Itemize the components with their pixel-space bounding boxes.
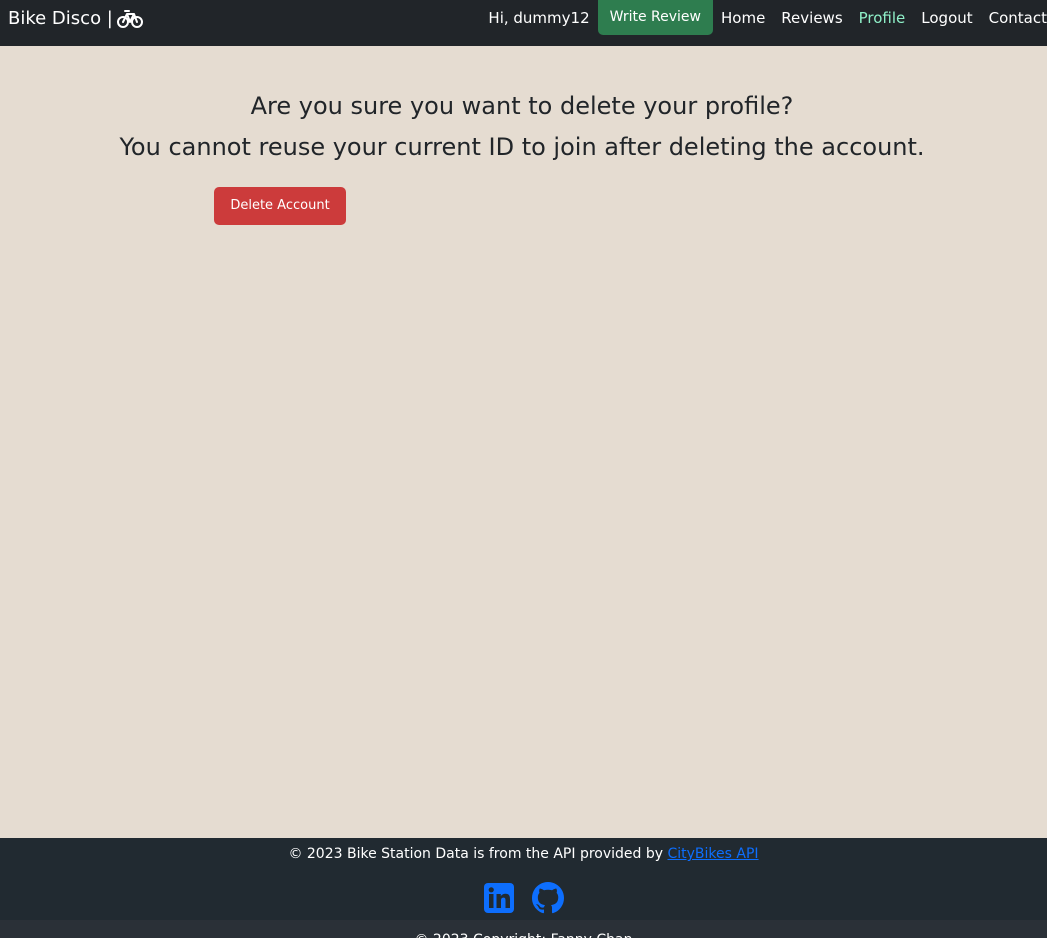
footer: © 2023 Bike Station Data is from the API… [0, 838, 1047, 938]
user-greeting: Hi, dummy12 [488, 9, 590, 27]
footer-data-text: © 2023 Bike Station Data is from the API… [288, 846, 664, 862]
github-icon[interactable] [532, 882, 564, 914]
bicycle-icon [116, 9, 143, 29]
copyright-text: © 2023 Copyright: Fanny Chan [0, 930, 1047, 938]
citybikes-api-link[interactable]: CityBikes API [667, 846, 758, 862]
nav-link-profile[interactable]: Profile [859, 8, 906, 28]
main-content: Are you sure you want to delete your pro… [0, 46, 1047, 838]
brand-link[interactable]: Bike Disco | [8, 8, 143, 30]
nav-menu: Hi, dummy12 Write Review Home Reviews Pr… [488, 0, 1047, 46]
footer-data-credit: © 2023 Bike Station Data is from the API… [0, 844, 1047, 864]
delete-account-button[interactable]: Delete Account [214, 187, 346, 225]
delete-confirm-heading: Are you sure you want to delete your pro… [250, 92, 794, 120]
navbar: Bike Disco | Hi, dummy12 Write Review Ho… [0, 0, 1047, 46]
linkedin-icon[interactable] [483, 882, 515, 914]
brand-label: Bike Disco | [8, 8, 113, 29]
delete-warning-text: You cannot reuse your current ID to join… [119, 133, 925, 161]
nav-link-contact[interactable]: Contact [989, 8, 1047, 28]
write-review-button[interactable]: Write Review [597, 0, 713, 35]
nav-link-reviews[interactable]: Reviews [781, 8, 842, 28]
social-links [0, 882, 1047, 914]
nav-link-home[interactable]: Home [721, 8, 765, 28]
copyright-bar: © 2023 Copyright: Fanny Chan [0, 920, 1047, 938]
nav-link-logout[interactable]: Logout [921, 8, 972, 28]
